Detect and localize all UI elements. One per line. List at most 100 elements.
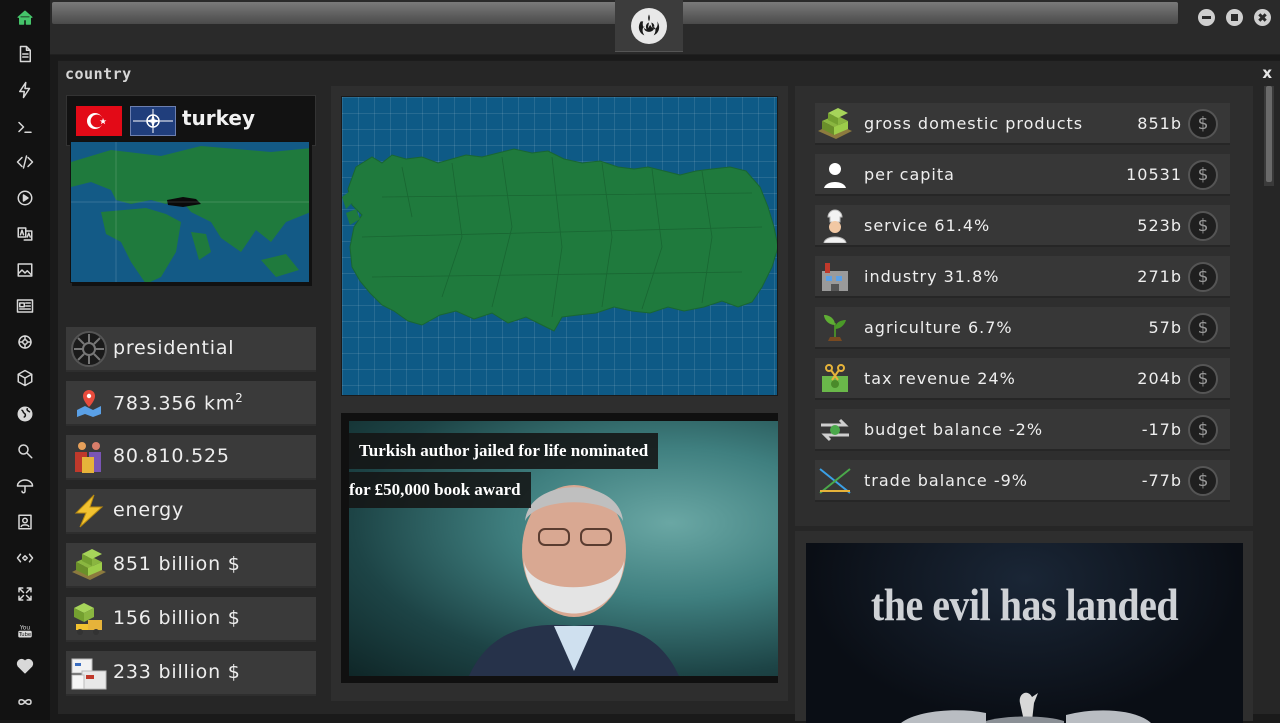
plant-icon xyxy=(815,309,855,347)
news-headline-line2: for £50,000 book award xyxy=(349,472,531,508)
umbrella-icon[interactable] xyxy=(15,476,35,496)
econ-label: agriculture 6.7% xyxy=(864,318,1013,337)
energy-stat[interactable]: energy xyxy=(66,489,316,534)
balance-arrows-icon xyxy=(815,411,855,449)
person-icon xyxy=(815,156,855,194)
population-value: 80.810.525 xyxy=(113,445,230,467)
dollar-icon[interactable]: $ xyxy=(1188,109,1218,139)
econ-value: 10531 xyxy=(1126,165,1182,184)
svg-text:Tube: Tube xyxy=(18,632,31,638)
boxes-icon xyxy=(69,654,109,692)
export-stat[interactable]: 156 billion $ xyxy=(66,597,316,642)
econ-label: industry 31.8% xyxy=(864,267,1000,286)
econ-label: budget balance -2% xyxy=(864,420,1044,439)
econ-row-tax-revenue[interactable]: tax revenue 24% 204b $ xyxy=(815,358,1230,400)
forklift-icon xyxy=(69,600,109,638)
population-stat[interactable]: 80.810.525 xyxy=(66,435,316,480)
panel-title: country xyxy=(65,65,132,83)
world-mini-map[interactable] xyxy=(70,141,310,283)
money-stack-icon xyxy=(815,105,855,143)
search-icon[interactable] xyxy=(15,441,35,461)
document-icon[interactable] xyxy=(15,44,35,64)
factory-icon xyxy=(815,258,855,296)
energy-label: energy xyxy=(113,499,185,521)
top-bar xyxy=(50,0,1280,55)
panel-close-button[interactable]: x xyxy=(1262,64,1272,82)
maximize-button[interactable] xyxy=(1226,9,1243,26)
dollar-icon[interactable]: $ xyxy=(1188,313,1218,343)
dollar-icon[interactable]: $ xyxy=(1188,364,1218,394)
econ-value: 851b xyxy=(1137,114,1182,133)
hexagon-icon[interactable] xyxy=(15,368,35,388)
trade-cross-icon xyxy=(815,462,855,500)
econ-row-service[interactable]: service 61.4% 523b $ xyxy=(815,205,1230,247)
econ-row-budget-balance[interactable]: budget balance -2% -17b $ xyxy=(815,409,1230,451)
terminal-icon[interactable] xyxy=(15,117,35,137)
tax-scissors-icon xyxy=(815,360,855,398)
country-panel: country x turkey presidential 783.356 km… xyxy=(58,60,1280,723)
globe-icon[interactable] xyxy=(15,404,35,424)
econ-row-per-capita[interactable]: per capita 10531 $ xyxy=(815,154,1230,196)
news-photo: Turkish author jailed for life nominated… xyxy=(349,421,778,676)
government-stat[interactable]: presidential xyxy=(66,327,316,372)
news-headline-line1: Turkish author jailed for life nominated xyxy=(349,433,659,469)
infinity-icon[interactable] xyxy=(15,692,35,712)
scrollbar-thumb[interactable] xyxy=(1266,86,1272,182)
dollar-icon[interactable]: $ xyxy=(1188,466,1218,496)
gdp-stat[interactable]: 851 billion $ xyxy=(66,543,316,588)
dollar-icon[interactable]: $ xyxy=(1188,160,1218,190)
government-type: presidential xyxy=(113,337,235,359)
window-close-button[interactable] xyxy=(1254,9,1271,26)
sidebar-rail: You Tube xyxy=(0,0,50,720)
econ-label: trade balance -9% xyxy=(864,471,1028,490)
econ-row-agriculture[interactable]: agriculture 6.7% 57b $ xyxy=(815,307,1230,349)
econ-value: -77b xyxy=(1141,471,1182,490)
dollar-icon[interactable]: $ xyxy=(1188,415,1218,445)
dollar-icon[interactable]: $ xyxy=(1188,211,1218,241)
econ-row-gdp[interactable]: gross domestic products 851b $ xyxy=(815,103,1230,145)
map-pin-icon xyxy=(69,384,109,422)
area-value: 783.356 km2 xyxy=(113,391,244,415)
app-logo-tab[interactable] xyxy=(615,0,683,52)
turkey-flag xyxy=(76,106,122,136)
country-header: turkey xyxy=(66,95,316,146)
home-icon[interactable] xyxy=(15,8,35,28)
econ-label: per capita xyxy=(864,165,955,184)
heart-icon[interactable] xyxy=(15,656,35,676)
gdp-value: 851 billion $ xyxy=(113,553,241,575)
nato-flag xyxy=(130,106,176,136)
bolt-icon[interactable] xyxy=(15,80,35,100)
contacts-icon[interactable] xyxy=(15,512,35,532)
code-icon[interactable] xyxy=(15,152,35,172)
econ-row-industry[interactable]: industry 31.8% 271b $ xyxy=(815,256,1230,298)
econ-value: 57b xyxy=(1148,318,1182,337)
econ-value: 523b xyxy=(1137,216,1182,235)
play-icon[interactable] xyxy=(15,188,35,208)
export-value: 156 billion $ xyxy=(113,607,241,629)
gear-icon[interactable] xyxy=(15,332,35,352)
youtube-icon[interactable]: You Tube xyxy=(15,620,35,640)
dollar-icon[interactable]: $ xyxy=(1188,262,1218,292)
news-article[interactable]: Turkish author jailed for life nominated… xyxy=(341,413,778,683)
country-map[interactable] xyxy=(341,96,778,396)
econ-label: service 61.4% xyxy=(864,216,991,235)
tags-icon[interactable] xyxy=(15,548,35,568)
econ-value: -17b xyxy=(1141,420,1182,439)
expand-icon[interactable] xyxy=(15,584,35,604)
country-name: turkey xyxy=(182,106,256,130)
money-stack-icon xyxy=(69,546,109,584)
import-stat[interactable]: 233 billion $ xyxy=(66,651,316,696)
lightning-icon xyxy=(69,492,109,530)
econ-row-trade-balance[interactable]: trade balance -9% -77b $ xyxy=(815,460,1230,502)
promo-banner[interactable]: the evil has landed xyxy=(806,543,1243,723)
news-icon[interactable] xyxy=(15,296,35,316)
econ-value: 204b xyxy=(1137,369,1182,388)
minimize-button[interactable] xyxy=(1198,9,1215,26)
empire-icon xyxy=(69,330,109,368)
image-icon[interactable] xyxy=(15,260,35,280)
translate-icon[interactable] xyxy=(15,224,35,244)
chef-icon xyxy=(815,207,855,245)
import-value: 233 billion $ xyxy=(113,661,241,683)
area-stat[interactable]: 783.356 km2 xyxy=(66,381,316,426)
svg-text:You: You xyxy=(19,624,31,631)
